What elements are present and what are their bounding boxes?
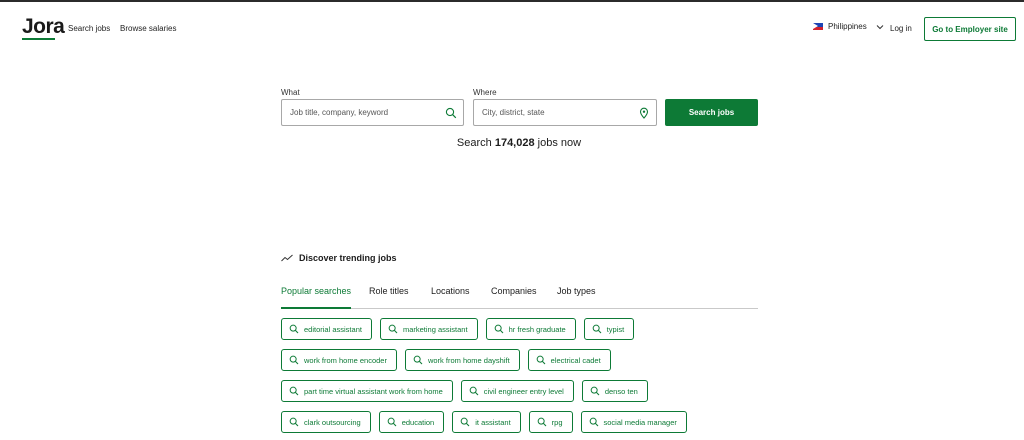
- search-jobs-button[interactable]: Search jobs: [665, 99, 758, 126]
- tab-job-types[interactable]: Job types: [557, 286, 596, 309]
- search-chip[interactable]: electrical cadet: [527, 349, 611, 371]
- what-input[interactable]: [282, 100, 463, 125]
- site-header: Jora Search jobs Browse salaries Philipp…: [0, 2, 1024, 54]
- logo-underline: [22, 38, 55, 40]
- where-input[interactable]: [474, 100, 656, 125]
- search-icon: [536, 355, 546, 365]
- search-icon: [445, 107, 457, 119]
- tab-companies[interactable]: Companies: [491, 286, 537, 309]
- job-count-number: 174,028: [494, 137, 535, 149]
- trending-heading: Discover trending jobs: [281, 253, 397, 263]
- search-chip[interactable]: hr fresh graduate: [485, 318, 576, 340]
- trending-icon: [281, 254, 293, 262]
- chip-label: civil engineer entry level: [483, 386, 564, 396]
- tab-role-titles[interactable]: Role titles: [369, 286, 409, 309]
- search-chip[interactable]: editorial assistant: [281, 318, 372, 340]
- chevron-down-icon: [876, 24, 884, 29]
- country-selector[interactable]: Philippines: [813, 22, 884, 31]
- chip-label: editorial assistant: [304, 324, 362, 334]
- search-chip[interactable]: work from home dayshift: [404, 349, 520, 371]
- search-icon: [460, 417, 470, 427]
- search-chip[interactable]: part time virtual assistant work from ho…: [281, 380, 453, 402]
- search-icon: [387, 417, 397, 427]
- search-chip[interactable]: social media manager: [580, 411, 687, 433]
- chip-label: electrical cadet: [550, 355, 601, 365]
- search-chip[interactable]: work from home encoder: [281, 349, 397, 371]
- country-label: Philippines: [828, 22, 867, 31]
- search-icon: [589, 417, 598, 427]
- login-link[interactable]: Log in: [890, 24, 912, 33]
- search-icon: [289, 417, 299, 427]
- chip-label: denso ten: [604, 386, 638, 396]
- nav-search-jobs[interactable]: Search jobs: [68, 24, 110, 33]
- tab-popular-searches[interactable]: Popular searches: [281, 286, 352, 309]
- chip-row: work from home encoder work from home day…: [281, 349, 611, 371]
- nav-browse-salaries[interactable]: Browse salaries: [120, 24, 176, 33]
- search-icon: [413, 355, 423, 365]
- chip-label: work from home encoder: [304, 355, 387, 365]
- search-chip[interactable]: rpg: [528, 411, 573, 433]
- chip-label: hr fresh graduate: [508, 324, 566, 334]
- search-icon: [537, 417, 547, 427]
- search-icon: [469, 386, 479, 396]
- flag-icon: [813, 23, 823, 30]
- chip-label: typist: [606, 324, 625, 334]
- chip-label: it assistant: [475, 417, 511, 427]
- search-icon: [494, 324, 503, 334]
- what-field[interactable]: [281, 99, 464, 126]
- search-icon: [590, 386, 600, 396]
- search-chip[interactable]: typist: [583, 318, 635, 340]
- chip-label: social media manager: [603, 417, 677, 427]
- chip-label: marketing assistant: [402, 324, 468, 334]
- where-field[interactable]: [473, 99, 657, 126]
- chip-row: part time virtual assistant work from ho…: [281, 380, 648, 402]
- logo[interactable]: Jora: [22, 15, 65, 39]
- search-chip[interactable]: civil engineer entry level: [460, 380, 574, 402]
- employer-site-button[interactable]: Go to Employer site: [924, 17, 1016, 41]
- chip-label: work from home dayshift: [427, 355, 510, 365]
- chip-row: clark outsourcing education it assistant rp…: [281, 411, 687, 433]
- search-chip[interactable]: education: [378, 411, 445, 433]
- where-label: Where: [473, 88, 497, 97]
- chip-label: education: [401, 417, 435, 427]
- location-pin-icon: [639, 107, 649, 119]
- search-icon: [289, 386, 299, 396]
- what-label: What: [281, 88, 300, 97]
- search-chip[interactable]: clark outsourcing: [281, 411, 371, 433]
- search-icon: [592, 324, 602, 334]
- search-chip[interactable]: denso ten: [581, 380, 648, 402]
- search-icon: [289, 355, 299, 365]
- search-chip[interactable]: marketing assistant: [379, 318, 478, 340]
- trending-tabs: Popular searches Role titles Locations C…: [281, 286, 758, 309]
- search-icon: [388, 324, 398, 334]
- chip-label: part time virtual assistant work from ho…: [304, 386, 443, 396]
- search-chip[interactable]: it assistant: [452, 411, 521, 433]
- tab-locations[interactable]: Locations: [431, 286, 470, 309]
- chip-label: rpg: [551, 417, 563, 427]
- search-icon: [289, 324, 299, 334]
- chip-label: clark outsourcing: [304, 417, 361, 427]
- job-count-text: Search 174,028 jobs now: [456, 137, 582, 149]
- trending-title: Discover trending jobs: [299, 253, 397, 263]
- chip-row: editorial assistant marketing assistant hr…: [281, 318, 635, 340]
